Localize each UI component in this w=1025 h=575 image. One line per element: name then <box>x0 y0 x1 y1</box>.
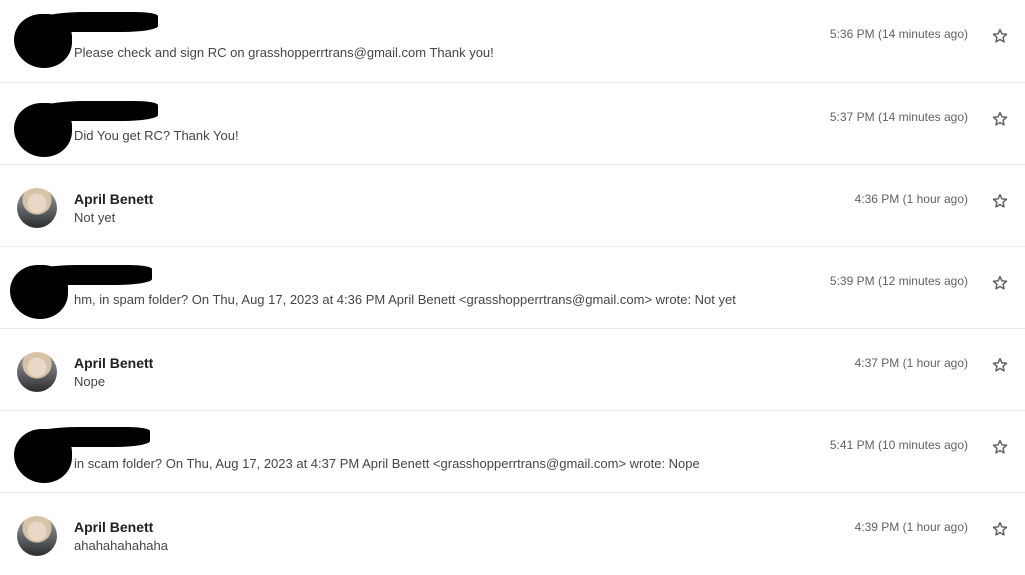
message-snippet: Not yet <box>74 210 116 225</box>
star-icon[interactable] <box>991 274 1009 292</box>
message-time: 5:37 PM (14 minutes ago) <box>829 110 968 124</box>
message-snippet: Nope <box>74 374 106 389</box>
redacted-sender-name <box>30 265 152 285</box>
message-time: 5:36 PM (14 minutes ago) <box>829 27 968 41</box>
redacted-sender-name <box>38 101 158 121</box>
star-icon[interactable] <box>991 356 1009 374</box>
message-thread: Please check and sign RC on grasshopperr… <box>0 0 1025 575</box>
avatar <box>17 188 57 228</box>
star-icon[interactable] <box>991 27 1009 45</box>
avatar <box>17 516 57 556</box>
message-snippet: hm, in spam folder? On Thu, Aug 17, 2023… <box>74 292 736 307</box>
message-row[interactable]: hm, in spam folder? On Thu, Aug 17, 2023… <box>0 246 1025 328</box>
message-snippet: Did You get RC? Thank You! <box>74 128 239 143</box>
redacted-sender-name <box>32 427 150 447</box>
sender-name: April Benett <box>74 191 154 207</box>
message-row[interactable]: Please check and sign RC on grasshopperr… <box>0 0 1025 82</box>
message-snippet: Please check and sign RC on grasshopperr… <box>74 45 494 60</box>
message-row[interactable]: April Benett ahahahahahaha 4:39 PM (1 ho… <box>0 492 1025 575</box>
message-time: 4:39 PM (1 hour ago) <box>854 520 968 534</box>
message-time: 5:39 PM (12 minutes ago) <box>829 274 968 288</box>
star-icon[interactable] <box>991 438 1009 456</box>
message-row[interactable]: April Benett Nope 4:37 PM (1 hour ago) <box>0 328 1025 410</box>
message-time: 4:36 PM (1 hour ago) <box>854 192 968 206</box>
message-snippet: in scam folder? On Thu, Aug 17, 2023 at … <box>74 456 700 471</box>
message-row[interactable]: April Benett Not yet 4:36 PM (1 hour ago… <box>0 164 1025 246</box>
star-icon[interactable] <box>991 520 1009 538</box>
message-snippet: ahahahahahaha <box>74 538 168 553</box>
message-row[interactable]: in scam folder? On Thu, Aug 17, 2023 at … <box>0 410 1025 492</box>
message-time: 4:37 PM (1 hour ago) <box>854 356 968 370</box>
sender-name: April Benett <box>74 519 154 535</box>
sender-name: April Benett <box>74 355 154 371</box>
star-icon[interactable] <box>991 192 1009 210</box>
redacted-sender-name <box>38 12 158 32</box>
star-icon[interactable] <box>991 110 1009 128</box>
message-time: 5:41 PM (10 minutes ago) <box>829 438 968 452</box>
message-row[interactable]: Did You get RC? Thank You! 5:37 PM (14 m… <box>0 82 1025 164</box>
avatar <box>17 352 57 392</box>
